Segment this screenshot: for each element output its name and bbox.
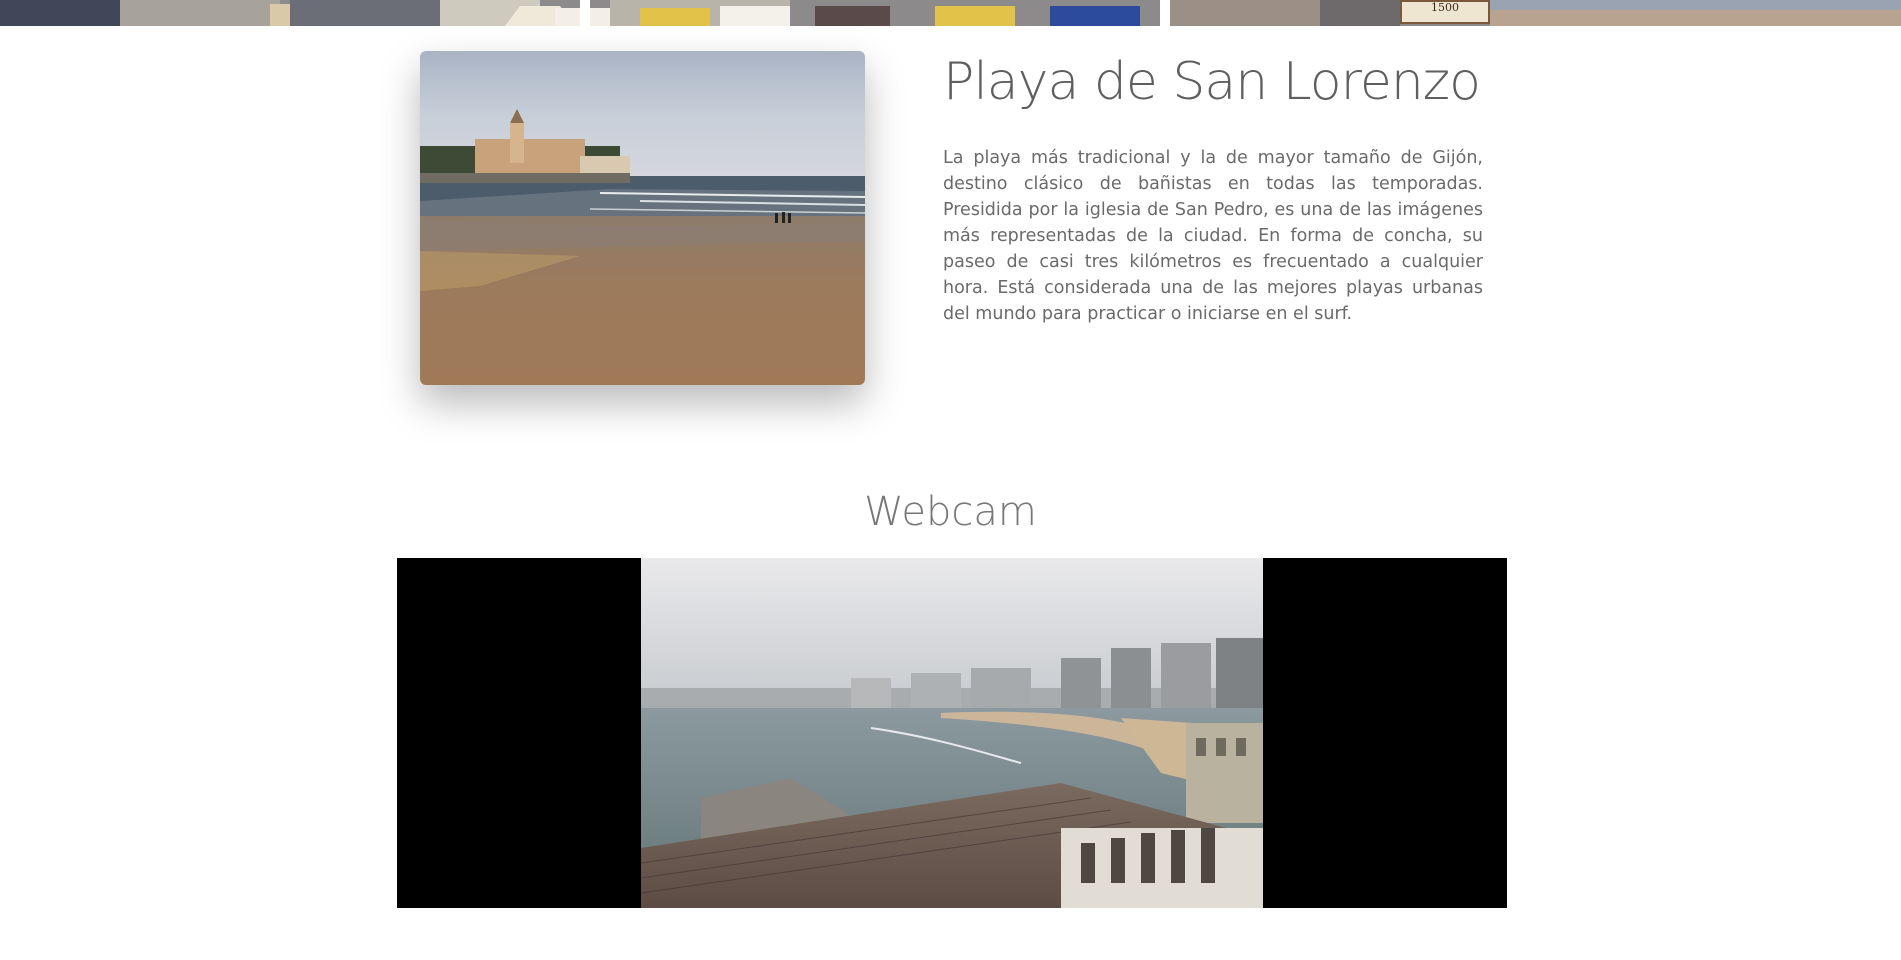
beach-photo [420, 51, 865, 385]
hero-banner-image: 1500 [0, 0, 1901, 26]
webcam-illustration [641, 558, 1263, 908]
webcam-image [641, 558, 1263, 908]
webcam-title: Webcam [864, 489, 1037, 535]
beach-photo-illustration [420, 51, 865, 385]
beach-cabins-illustration [0, 0, 1901, 26]
webcam-player[interactable] [397, 558, 1507, 908]
hero-sign: 1500 [1400, 0, 1490, 24]
hero-sign-text: 1500 [1431, 1, 1459, 14]
beach-description: La playa más tradicional y la de mayor t… [943, 148, 1483, 324]
beach-title: Playa de San Lorenzo [943, 52, 1481, 112]
